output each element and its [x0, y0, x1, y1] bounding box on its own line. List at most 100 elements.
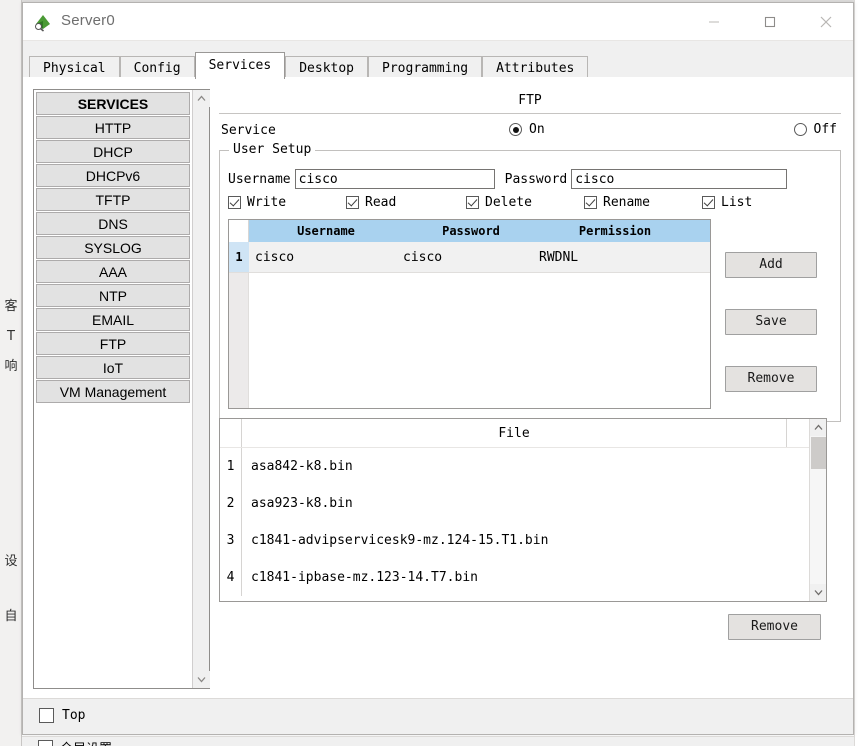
user-table-empty-body [249, 273, 710, 408]
file-list-scrollbar[interactable] [809, 419, 826, 601]
chevron-down-icon[interactable] [193, 671, 210, 688]
permission-read-label: Read [365, 195, 397, 210]
password-input[interactable]: cisco [571, 169, 788, 189]
cut-off-bottom-row: 全局设置 [22, 736, 854, 746]
chevron-up-icon[interactable] [193, 90, 210, 107]
top-checkbox[interactable]: Top [39, 708, 85, 723]
file-row-index: 3 [220, 522, 242, 559]
list-item[interactable]: 4 c1841-ipbase-mz.123-14.T7.bin [220, 559, 826, 596]
background-glyph-1: T [7, 329, 15, 344]
permission-read-checkbox[interactable]: Read [346, 195, 466, 210]
sidebar-item-vm-management[interactable]: VM Management [36, 380, 190, 403]
checkbox-list-indicator[interactable] [702, 196, 715, 209]
background-left-panel: 客 T 响 设 自 [0, 0, 22, 746]
user-table-header: Username Password Permission [229, 220, 710, 242]
file-name: c1841-advipservicesk9-mz.124-15.T1.bin [251, 533, 549, 548]
chevron-up-icon[interactable] [810, 419, 826, 436]
remove-file-button[interactable]: Remove [728, 614, 821, 640]
cell-permission: RWDNL [539, 249, 579, 265]
sidebar-scrollbar[interactable] [192, 90, 210, 688]
minimize-icon[interactable] [691, 3, 737, 40]
sidebar-item-dhcp[interactable]: DHCP [36, 140, 190, 163]
column-header-password[interactable]: Password [403, 220, 539, 242]
file-row-index: 1 [220, 448, 242, 485]
row-index: 1 [229, 242, 249, 272]
radio-on-label: On [529, 122, 545, 137]
remove-user-button[interactable]: Remove [725, 366, 817, 392]
sidebar-item-aaa[interactable]: AAA [36, 260, 190, 283]
username-label: Username [228, 171, 291, 187]
permission-write-label: Write [247, 195, 287, 210]
file-row-index: 4 [220, 559, 242, 596]
page-title: FTP [518, 93, 542, 108]
column-header-permission[interactable]: Permission [539, 220, 691, 242]
cut-off-checkbox[interactable]: 全局设置 [38, 738, 112, 746]
maximize-icon[interactable] [747, 3, 793, 40]
top-checkbox-label: Top [62, 708, 86, 723]
sidebar-item-email[interactable]: EMAIL [36, 308, 190, 331]
service-off-radio[interactable]: Off [793, 122, 837, 137]
window-bottom-bar: Top [23, 698, 853, 734]
username-input[interactable]: cisco [294, 169, 495, 189]
permission-write-checkbox[interactable]: Write [228, 195, 346, 210]
user-table-empty-gutter [229, 273, 249, 408]
column-header-username[interactable]: Username [249, 220, 403, 242]
file-list-header: File [220, 419, 826, 448]
checkbox-read-indicator[interactable] [346, 196, 359, 209]
cut-off-label: 全局设置 [60, 738, 112, 746]
checkbox-rename-indicator[interactable] [584, 196, 597, 209]
tab-bar: Physical Config Services Desktop Program… [23, 41, 853, 80]
add-button[interactable]: Add [725, 252, 817, 278]
ftp-panel: FTP Service On Off User Setup Username c… [219, 89, 841, 689]
service-on-radio[interactable]: On [509, 122, 545, 137]
sidebar-item-iot[interactable]: IoT [36, 356, 190, 379]
sidebar-item-tftp[interactable]: TFTP [36, 188, 190, 211]
table-row[interactable]: 1 cisco cisco RWDNL [229, 242, 710, 273]
tab-services[interactable]: Services [194, 52, 286, 79]
radio-off-label: Off [813, 122, 837, 137]
background-glyph-4: 自 [4, 609, 18, 624]
services-sidebar: SERVICES HTTP DHCP DHCPv6 TFTP DNS SYSLO… [33, 89, 210, 689]
permission-delete-checkbox[interactable]: Delete [466, 195, 584, 210]
permission-list-checkbox[interactable]: List [702, 195, 752, 210]
file-name: c1841-ipbase-mz.123-14.T7.bin [251, 570, 478, 585]
background-glyph-2: 响 [4, 359, 18, 374]
file-name: asa923-k8.bin [251, 496, 353, 511]
window-title: Server0 [61, 12, 115, 29]
services-list: SERVICES HTTP DHCP DHCPv6 TFTP DNS SYSLO… [34, 90, 192, 404]
permission-rename-checkbox[interactable]: Rename [584, 195, 702, 210]
sidebar-item-ftp[interactable]: FTP [36, 332, 190, 355]
checkbox-top-indicator[interactable] [39, 708, 54, 723]
sidebar-item-ntp[interactable]: NTP [36, 284, 190, 307]
cell-password: cisco [403, 249, 443, 265]
list-item[interactable]: 2 asa923-k8.bin [220, 485, 826, 522]
server-icon [33, 12, 53, 32]
file-header-gutter [220, 419, 242, 447]
checkbox-delete-indicator[interactable] [466, 196, 479, 209]
user-setup-legend: User Setup [229, 142, 316, 157]
radio-on-indicator[interactable] [509, 123, 522, 136]
radio-off-indicator[interactable] [793, 123, 807, 136]
close-icon[interactable] [803, 3, 849, 40]
services-content: SERVICES HTTP DHCP DHCPv6 TFTP DNS SYSLO… [23, 77, 853, 698]
column-header-file[interactable]: File [242, 419, 787, 447]
sidebar-item-syslog[interactable]: SYSLOG [36, 236, 190, 259]
window-titlebar: Server0 [23, 3, 853, 41]
checkbox-write-indicator[interactable] [228, 196, 241, 209]
sidebar-item-http[interactable]: HTTP [36, 116, 190, 139]
cell-username: cisco [255, 249, 295, 265]
user-table[interactable]: Username Password Permission 1 cisco cis… [228, 219, 711, 409]
permission-list-label: List [721, 195, 753, 210]
sidebar-item-dhcpv6[interactable]: DHCPv6 [36, 164, 190, 187]
scrollbar-thumb[interactable] [811, 437, 826, 469]
sidebar-item-dns[interactable]: DNS [36, 212, 190, 235]
file-list-panel[interactable]: File 1 asa842-k8.bin 2 asa923-k8.bin 3 c… [219, 418, 827, 602]
file-name: asa842-k8.bin [251, 459, 353, 474]
save-button[interactable]: Save [725, 309, 817, 335]
checkbox-cut-off-indicator[interactable] [38, 740, 53, 746]
list-item[interactable]: 1 asa842-k8.bin [220, 448, 826, 485]
chevron-down-icon[interactable] [810, 584, 826, 601]
permissions-row: Write Read Delete Rename List [228, 195, 828, 210]
background-glyph-0: 客 [4, 299, 18, 314]
list-item[interactable]: 3 c1841-advipservicesk9-mz.124-15.T1.bin [220, 522, 826, 559]
